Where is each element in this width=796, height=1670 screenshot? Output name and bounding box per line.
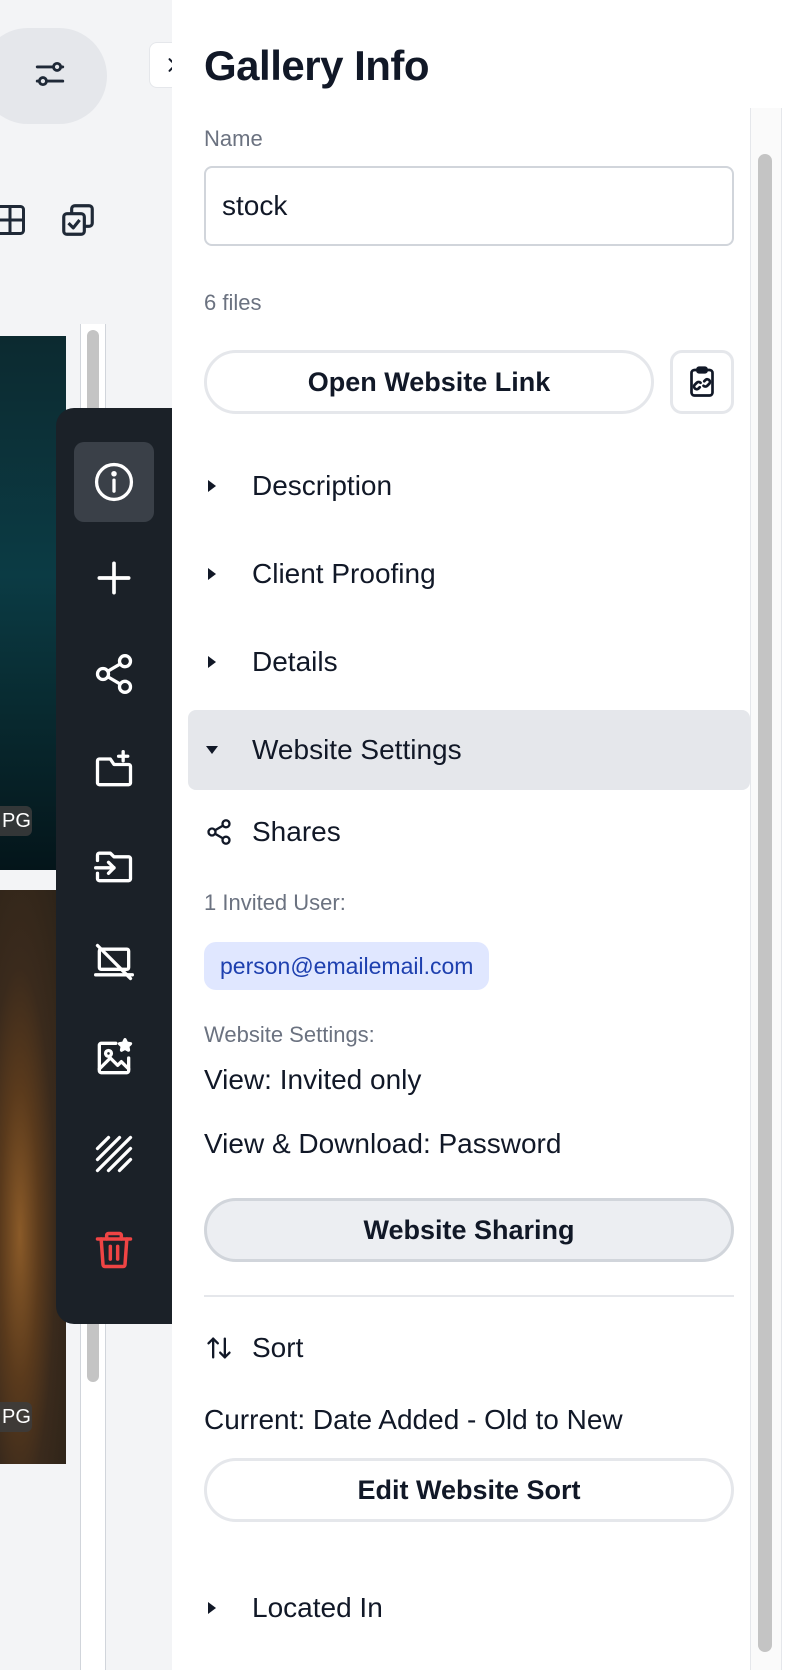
file-type-badge: PG bbox=[0, 1402, 32, 1432]
delete-button[interactable] bbox=[74, 1210, 154, 1290]
current-sort: Current: Date Added - Old to New bbox=[204, 1404, 623, 1435]
sort-label: Sort bbox=[252, 1332, 304, 1363]
plus-icon bbox=[97, 561, 131, 595]
clipboard-link-icon bbox=[690, 366, 714, 397]
download-setting: View & Download: Password bbox=[204, 1128, 562, 1159]
add-button[interactable] bbox=[74, 538, 154, 618]
grid-layout-icon[interactable] bbox=[0, 200, 30, 240]
trash-icon bbox=[95, 1231, 133, 1269]
sort-arrows-icon bbox=[204, 1333, 234, 1363]
add-to-folder-button[interactable] bbox=[74, 730, 154, 810]
info-icon bbox=[94, 462, 134, 502]
caret-right-icon bbox=[204, 1600, 220, 1616]
edit-website-sort-button[interactable]: Edit Website Sort bbox=[204, 1458, 734, 1522]
section-label: Description bbox=[252, 470, 393, 501]
file-type-badge: PG bbox=[0, 806, 32, 836]
caret-right-icon bbox=[204, 654, 220, 670]
copy-link-button[interactable] bbox=[670, 350, 734, 414]
move-to-folder-icon bbox=[94, 851, 133, 883]
info-button[interactable] bbox=[74, 442, 154, 522]
caret-down-icon bbox=[204, 742, 220, 758]
action-rail bbox=[56, 408, 172, 1324]
section-details[interactable]: Details bbox=[188, 622, 750, 702]
panel-scrollbar[interactable] bbox=[758, 154, 772, 1652]
gallery-name-input[interactable] bbox=[204, 166, 734, 246]
file-count: 6 files bbox=[204, 290, 262, 315]
section-description[interactable]: Description bbox=[188, 446, 750, 526]
website-sharing-button[interactable]: Website Sharing bbox=[204, 1198, 734, 1262]
section-website-settings[interactable]: Website Settings bbox=[188, 710, 750, 790]
panel-title: Gallery Info bbox=[204, 42, 430, 89]
open-website-link-button[interactable]: Open Website Link bbox=[204, 350, 654, 414]
divider bbox=[204, 1295, 734, 1297]
gallery-info-panel: Gallery Info Name 6 files Open Website L… bbox=[172, 0, 796, 1670]
set-cover-image-button[interactable] bbox=[74, 1018, 154, 1098]
shares-label: Shares bbox=[252, 816, 341, 847]
section-label: Details bbox=[252, 646, 338, 677]
shares-heading: Shares bbox=[204, 816, 341, 848]
hatch-pattern-icon bbox=[95, 1135, 133, 1173]
section-label: Located In bbox=[252, 1592, 383, 1623]
hide-from-website-button[interactable] bbox=[74, 922, 154, 1002]
section-label: Website Settings bbox=[252, 734, 462, 765]
website-settings-label: Website Settings: bbox=[204, 1022, 375, 1047]
section-located-in[interactable]: Located In bbox=[188, 1568, 750, 1648]
watermark-button[interactable] bbox=[74, 1114, 154, 1194]
move-to-folder-button[interactable] bbox=[74, 826, 154, 906]
select-multiple-icon[interactable] bbox=[58, 200, 98, 240]
name-label: Name bbox=[204, 126, 263, 151]
view-setting: View: Invited only bbox=[204, 1064, 422, 1095]
filter-button[interactable] bbox=[0, 28, 107, 124]
sort-heading: Sort bbox=[204, 1332, 303, 1364]
folder-add-icon bbox=[95, 750, 133, 787]
share-icon bbox=[95, 654, 133, 694]
section-client-proofing[interactable]: Client Proofing bbox=[188, 534, 750, 614]
invited-user-chip[interactable]: person@emailemail.com bbox=[204, 942, 490, 990]
filter-sliders-icon bbox=[33, 57, 67, 96]
share-button[interactable] bbox=[74, 634, 154, 714]
image-featured-icon bbox=[97, 1038, 133, 1075]
share-icon bbox=[204, 817, 234, 847]
invited-users-label: 1 Invited User: bbox=[204, 890, 346, 915]
hide-from-website-icon bbox=[94, 943, 134, 981]
section-label: Client Proofing bbox=[252, 558, 436, 589]
caret-right-icon bbox=[204, 478, 220, 494]
caret-right-icon bbox=[204, 566, 220, 582]
